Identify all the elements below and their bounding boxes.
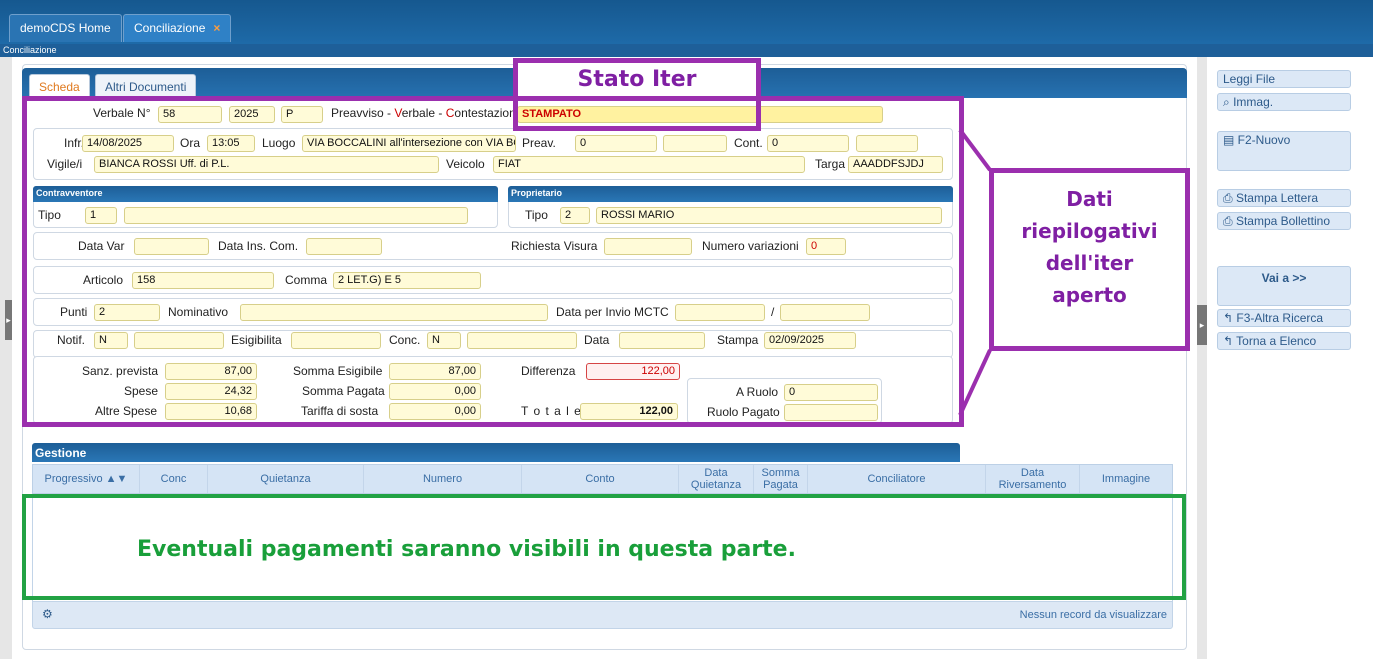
gestione-title: Gestione <box>32 443 960 462</box>
close-icon[interactable]: × <box>213 21 220 35</box>
tab-label: Scheda <box>39 80 80 94</box>
stampa-lettera-button[interactable]: ⎙ Stampa Lettera <box>1217 189 1351 207</box>
tab-democds-home[interactable]: demoCDS Home <box>9 14 122 42</box>
column-header-quietanza[interactable]: Quietanza <box>208 465 364 493</box>
button-label: Leggi File <box>1223 72 1276 86</box>
annotation-line: dell'iter <box>1045 251 1134 275</box>
button-label: F2-Nuovo <box>1237 133 1291 147</box>
stato-iter-callout: Stato Iter <box>518 63 756 96</box>
empty-records-text: Nessun record da visualizzare <box>1019 609 1167 621</box>
button-label: Vai a >> <box>1261 271 1307 285</box>
tab-scheda[interactable]: Scheda <box>29 74 90 98</box>
column-header-conto[interactable]: Conto <box>522 465 679 493</box>
dati-riepilogativi-annotation: Dati riepilogativi dell'iter aperto <box>994 173 1185 311</box>
column-header-progressivo[interactable]: Progressivo ▲▼ <box>33 465 140 493</box>
vai-a-button[interactable]: Vai a >> <box>1217 266 1351 306</box>
dati-riepilogativi-highlight <box>22 96 964 427</box>
column-header-data-riversamento[interactable]: Data Riversamento <box>986 465 1080 493</box>
reply-icon: ↰ <box>1223 334 1237 348</box>
button-label: Torna a Elenco <box>1236 334 1317 348</box>
f2-nuovo-button[interactable]: ▤ F2-Nuovo <box>1217 131 1351 171</box>
annotation-line: riepilogativi <box>1021 219 1158 243</box>
tab-label: Altri Documenti <box>105 80 187 94</box>
column-header-immagine[interactable]: Immagine <box>1080 465 1172 493</box>
tab-label: demoCDS Home <box>20 21 111 35</box>
right-collapse-strip <box>1197 57 1207 659</box>
gestione-grid-footer: ⚙ Nessun record da visualizzare <box>32 601 1173 629</box>
leggi-file-button[interactable]: Leggi File <box>1217 70 1351 88</box>
expand-left-icon[interactable]: ▸ <box>5 300 12 340</box>
breadcrumb: Conciliazione <box>0 44 1373 57</box>
tab-label: Conciliazione <box>134 21 206 35</box>
gear-icon[interactable]: ⚙ <box>42 607 53 621</box>
tab-altri-documenti[interactable]: Altri Documenti <box>95 74 197 98</box>
column-header-data-quietanza[interactable]: Data Quietanza <box>679 465 754 493</box>
file-icon: ▤ <box>1223 133 1238 147</box>
column-header-numero[interactable]: Numero <box>364 465 522 493</box>
left-collapse-strip <box>0 57 12 659</box>
gestione-grid-header: Progressivo ▲▼ Conc Quietanza Numero Con… <box>32 464 1173 494</box>
stato-iter-annotation: Stato Iter <box>577 67 697 92</box>
dati-riepilogativi-callout: Dati riepilogativi dell'iter aperto <box>989 168 1190 351</box>
button-label: Stampa Bollettino <box>1235 214 1330 228</box>
button-label: F3-Altra Ricerca <box>1236 311 1324 325</box>
button-label: Immag. <box>1233 95 1274 109</box>
column-header-conciliatore[interactable]: Conciliatore <box>808 465 986 493</box>
torna-a-elenco-button[interactable]: ↰ Torna a Elenco <box>1217 332 1351 350</box>
annotation-line: aperto <box>1052 283 1127 307</box>
button-label: Stampa Lettera <box>1235 191 1318 205</box>
expand-right-icon[interactable]: ▸ <box>1197 305 1207 345</box>
f3-altra-ricerca-button[interactable]: ↰ F3-Altra Ricerca <box>1217 309 1351 327</box>
pagamenti-annotation: Eventuali pagamenti saranno visibili in … <box>137 537 796 562</box>
stampa-bollettino-button[interactable]: ⎙ Stampa Bollettino <box>1217 212 1351 230</box>
immag-button[interactable]: ⌕ Immag. <box>1217 93 1351 111</box>
column-header-conc[interactable]: Conc <box>140 465 208 493</box>
reply-icon: ↰ <box>1223 311 1237 325</box>
column-header-somma-pagata[interactable]: Somma Pagata <box>754 465 808 493</box>
tab-conciliazione[interactable]: Conciliazione × <box>123 14 232 42</box>
print-icon: ⎙ <box>1223 214 1236 228</box>
annotation-line: Dati <box>1066 187 1113 211</box>
print-icon: ⎙ <box>1223 191 1236 205</box>
search-icon: ⌕ <box>1223 95 1234 109</box>
